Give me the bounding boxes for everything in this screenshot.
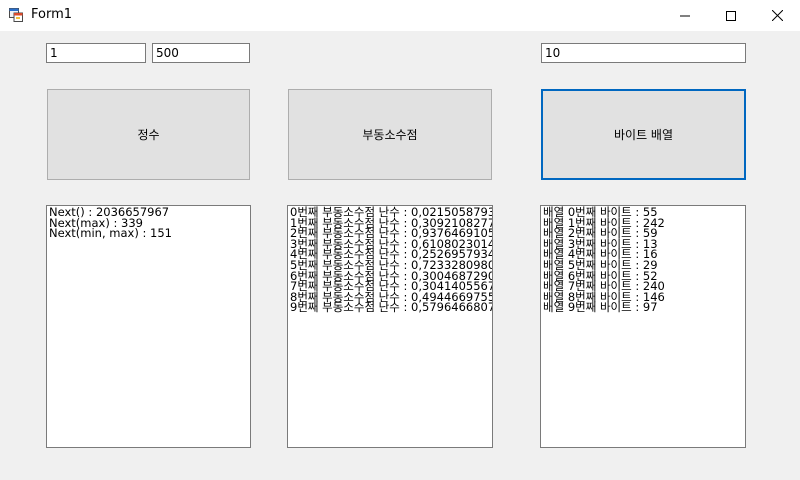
byte-results-list[interactable]: 배열 0번째 바이트 : 55 배열 1번째 바이트 : 242 배열 2번째 …	[540, 205, 746, 448]
integer-button[interactable]: 정수	[47, 89, 250, 180]
list-item[interactable]: 배열 9번째 바이트 : 97	[543, 302, 743, 313]
minimize-button[interactable]	[662, 0, 708, 31]
integer-button-label: 정수	[137, 128, 160, 142]
count-value-input[interactable]	[541, 43, 746, 63]
maximize-icon	[726, 10, 736, 21]
byte-array-button[interactable]: 바이트 배열	[541, 89, 746, 180]
title-bar[interactable]: Form1	[0, 0, 800, 31]
float-button[interactable]: 부동소수점	[288, 89, 492, 180]
maximize-button[interactable]	[708, 0, 754, 31]
form-app-icon	[9, 8, 23, 22]
float-results-list[interactable]: 0번째 부동소수점 난수 : 0,0215058793 1번째 부동소수점 난수…	[287, 205, 493, 448]
minimize-icon	[680, 15, 690, 16]
float-button-label: 부동소수점	[362, 128, 418, 142]
close-button[interactable]	[754, 0, 800, 31]
list-item[interactable]: 9번째 부동소수점 난수 : 0,5796466807	[290, 302, 492, 313]
max-value-input[interactable]	[152, 43, 250, 63]
list-item[interactable]: Next(min, max) : 151	[49, 228, 248, 239]
min-value-input[interactable]	[46, 43, 146, 63]
integer-results-list[interactable]: Next() : 2036657967 Next(max) : 339 Next…	[46, 205, 251, 448]
window-title: Form1	[31, 7, 73, 22]
close-icon	[771, 10, 783, 21]
byte-array-button-label: 바이트 배열	[613, 128, 673, 142]
